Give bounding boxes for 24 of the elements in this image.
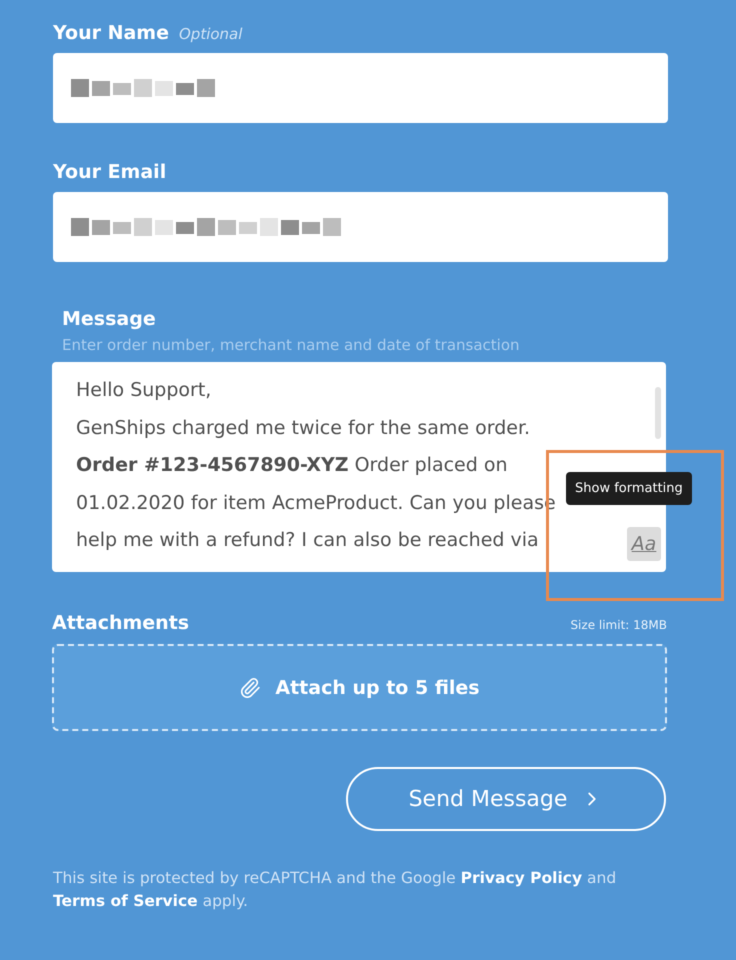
message-line: Hello Support, <box>76 378 212 403</box>
notice-text: and <box>586 869 616 887</box>
notice-text: apply. <box>202 892 248 910</box>
field-label: Your Name <box>53 22 169 44</box>
email-field[interactable] <box>53 192 668 262</box>
paperclip-icon <box>239 676 262 698</box>
field-label: Your Email <box>53 161 166 183</box>
section-label: Attachments <box>52 612 190 634</box>
scrollbar-thumb[interactable] <box>655 387 661 439</box>
notice-text: This site is protected by reCAPTCHA and the Google <box>53 869 457 887</box>
message-line: Order #123-4567890-XYZ Order placed on <box>76 453 508 478</box>
attach-dropzone[interactable]: Attach up to 5 files <box>52 644 667 731</box>
tooltip: Show formatting <box>566 472 692 505</box>
field-hint: Enter order number, merchant name and date of transaction <box>62 336 520 354</box>
policy-link[interactable]: Terms of Service <box>53 892 198 910</box>
policy-link[interactable]: Privacy Policy <box>460 869 582 887</box>
optional-hint: Optional <box>179 25 242 43</box>
field-label: Message <box>62 308 157 330</box>
message-line: GenShips charged me twice for the same order. <box>76 416 530 441</box>
send-button[interactable]: Send Message <box>346 767 666 831</box>
format-button[interactable]: Aa <box>627 527 661 561</box>
message-line: help me with a refund? I can also be reached via <box>76 528 539 554</box>
name-field[interactable] <box>53 53 668 123</box>
size-limit: Size limit: 18MB <box>570 618 667 632</box>
